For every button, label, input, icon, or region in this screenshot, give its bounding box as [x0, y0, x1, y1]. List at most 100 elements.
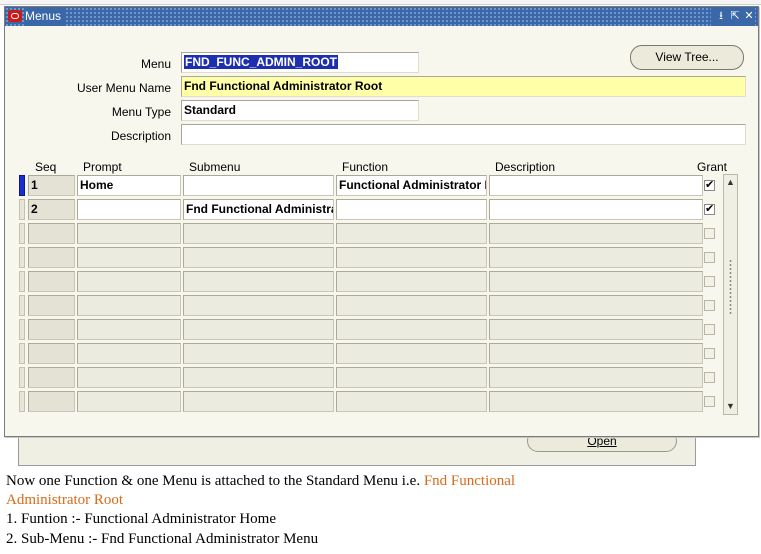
cell-function[interactable]	[336, 271, 487, 292]
menus-window: Menus ⭳ ⇱ ✕ Menu FND_FUNC_ADMIN_ROOT Use…	[4, 6, 759, 437]
cell-seq[interactable]	[28, 391, 75, 412]
menu-field[interactable]: FND_FUNC_ADMIN_ROOT	[181, 52, 419, 73]
scroll-up-icon[interactable]: ▲	[725, 176, 736, 189]
row-indicator[interactable]	[19, 295, 25, 316]
row-indicator[interactable]	[19, 319, 25, 340]
cell-submenu[interactable]	[183, 247, 334, 268]
row-indicator[interactable]	[19, 223, 25, 244]
cell-seq[interactable]	[28, 343, 75, 364]
cell-seq[interactable]	[28, 319, 75, 340]
cell-description[interactable]	[489, 367, 703, 388]
cell-submenu[interactable]	[183, 319, 334, 340]
grant-checkbox[interactable]	[704, 348, 715, 359]
row-indicator[interactable]	[19, 271, 25, 292]
cell-submenu[interactable]	[183, 367, 334, 388]
grant-checkbox[interactable]: ✔	[704, 180, 715, 191]
scroll-down-icon[interactable]: ▼	[725, 400, 736, 413]
cell-submenu[interactable]	[183, 295, 334, 316]
grant-checkbox[interactable]	[704, 324, 715, 335]
row-indicator[interactable]	[19, 247, 25, 268]
user-menu-name-label: User Menu Name	[76, 81, 171, 95]
menu-label: Menu	[140, 57, 171, 71]
cell-function[interactable]: Functional Administrator Home	[336, 175, 487, 196]
col-header-seq: Seq	[35, 160, 57, 174]
cell-submenu[interactable]	[183, 391, 334, 412]
cell-function[interactable]	[336, 391, 487, 412]
cell-description[interactable]	[489, 343, 703, 364]
cell-prompt[interactable]	[77, 271, 181, 292]
menu-type-field[interactable]: Standard	[181, 100, 419, 121]
menu-type-label: Menu Type	[111, 105, 171, 119]
cell-function[interactable]	[336, 319, 487, 340]
row-indicator[interactable]	[19, 391, 25, 412]
cell-seq[interactable]: 2	[28, 199, 75, 220]
cell-seq[interactable]: 1	[28, 175, 75, 196]
description-label: Description	[110, 129, 171, 143]
grant-checkbox[interactable]	[704, 396, 715, 407]
user-menu-name-field[interactable]: Fnd Functional Administrator Root	[181, 76, 746, 97]
cell-function[interactable]	[336, 199, 487, 220]
cell-submenu[interactable]	[183, 271, 334, 292]
caption-prefix: Now one Function & one Menu is attached …	[6, 473, 424, 489]
cell-prompt[interactable]	[77, 367, 181, 388]
description-field[interactable]	[181, 124, 746, 145]
cell-description[interactable]	[489, 391, 703, 412]
cell-description[interactable]	[489, 295, 703, 316]
caption-highlight-1: Fnd Functional	[423, 473, 516, 489]
cell-prompt[interactable]	[77, 319, 181, 340]
row-indicator[interactable]	[19, 199, 25, 220]
window-title: Menus	[25, 7, 66, 26]
cell-description[interactable]	[489, 319, 703, 340]
cell-submenu[interactable]	[183, 343, 334, 364]
cell-prompt[interactable]	[77, 247, 181, 268]
cell-function[interactable]	[336, 247, 487, 268]
cell-submenu[interactable]	[183, 175, 334, 196]
cell-description[interactable]	[489, 247, 703, 268]
grant-checkbox[interactable]	[704, 372, 715, 383]
scroll-grip[interactable]	[729, 259, 732, 315]
col-header-description: Description	[495, 160, 556, 174]
grant-checkbox[interactable]	[704, 252, 715, 263]
cell-function[interactable]	[336, 295, 487, 316]
grant-checkbox[interactable]	[704, 300, 715, 311]
cell-function[interactable]	[336, 223, 487, 244]
grant-checkbox[interactable]: ✔	[704, 204, 715, 215]
cell-description[interactable]	[489, 223, 703, 244]
cell-seq[interactable]	[28, 223, 75, 244]
cell-prompt[interactable]	[77, 199, 181, 220]
cell-seq[interactable]	[28, 247, 75, 268]
menu-value: FND_FUNC_ADMIN_ROOT	[184, 55, 339, 69]
col-header-function: Function	[342, 160, 389, 174]
col-header-prompt: Prompt	[83, 160, 122, 174]
row-indicator[interactable]	[19, 367, 25, 388]
cell-description[interactable]	[489, 175, 703, 196]
maximize-icon[interactable]: ⇱	[729, 7, 741, 26]
view-tree-button[interactable]: View Tree...	[630, 45, 744, 70]
caption-highlight-2: Administrator Root	[6, 492, 124, 508]
row-indicator[interactable]	[19, 175, 25, 196]
cell-prompt[interactable]: Home	[77, 175, 181, 196]
vertical-scrollbar[interactable]: ▲ ▼	[723, 174, 738, 415]
cell-submenu[interactable]: Fnd Functional Administrator Menu	[183, 199, 334, 220]
cell-description[interactable]	[489, 199, 703, 220]
row-indicator[interactable]	[19, 343, 25, 364]
top-edge	[0, 0, 761, 5]
cell-function[interactable]	[336, 367, 487, 388]
minimize-icon[interactable]: ⭳	[715, 7, 727, 26]
close-icon[interactable]: ✕	[743, 7, 755, 26]
cell-prompt[interactable]	[77, 295, 181, 316]
cell-description[interactable]	[489, 271, 703, 292]
cell-seq[interactable]	[28, 367, 75, 388]
cell-seq[interactable]	[28, 271, 75, 292]
cell-prompt[interactable]	[77, 223, 181, 244]
title-bar[interactable]: Menus ⭳ ⇱ ✕	[5, 7, 758, 26]
grant-checkbox[interactable]	[704, 276, 715, 287]
caption-item-1: 1. Funtion :- Functional Administrator H…	[6, 511, 276, 527]
cell-seq[interactable]	[28, 295, 75, 316]
col-header-grant: Grant	[697, 160, 728, 174]
cell-prompt[interactable]	[77, 391, 181, 412]
grant-checkbox[interactable]	[704, 228, 715, 239]
cell-function[interactable]	[336, 343, 487, 364]
cell-prompt[interactable]	[77, 343, 181, 364]
cell-submenu[interactable]	[183, 223, 334, 244]
